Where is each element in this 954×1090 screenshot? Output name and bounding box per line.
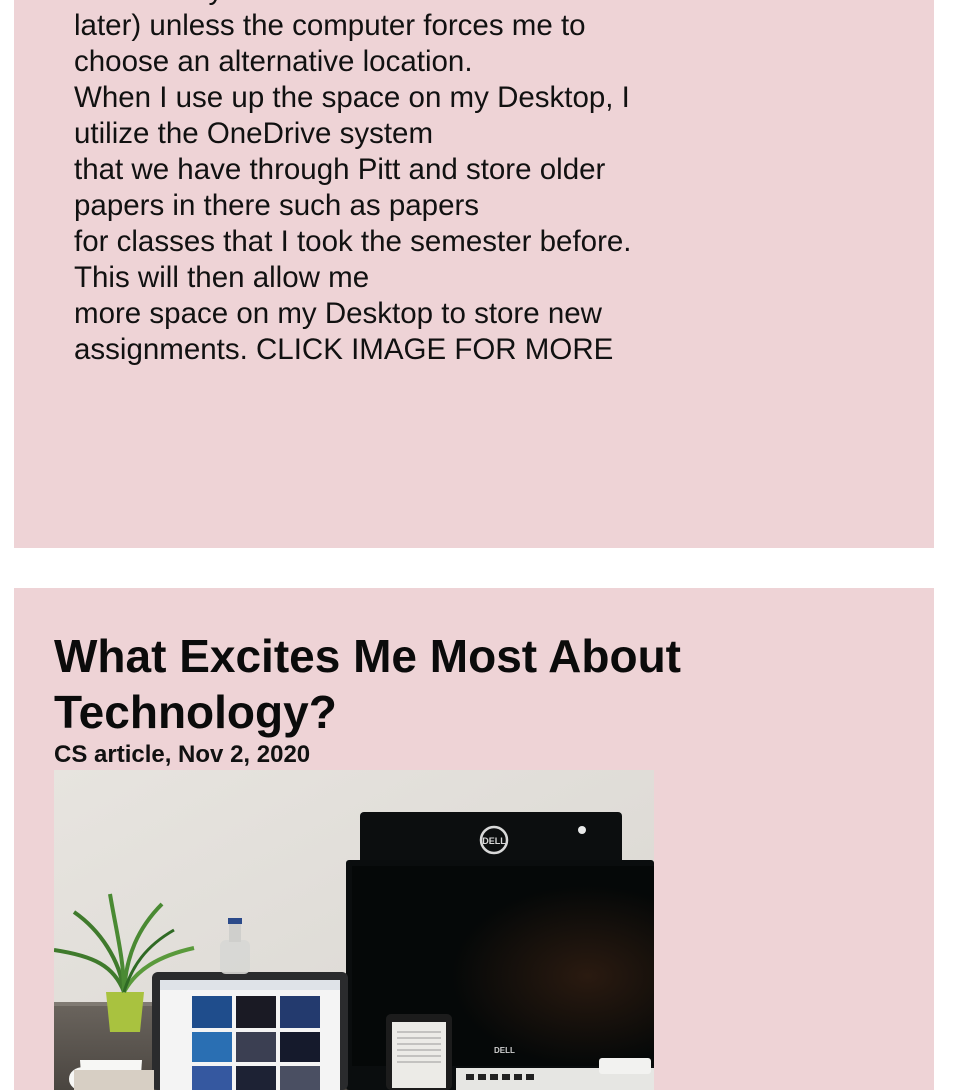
post-body-line: When I use up the space on my Desktop, I (74, 81, 630, 114)
post-body-line: assignments. CLICK IMAGE FOR MORE (74, 333, 614, 366)
post-body-line: This will then allow me (74, 261, 370, 294)
post-meta: CS article, Nov 2, 2020 (54, 741, 311, 768)
post-body-line: choose an alternative location. (74, 45, 473, 78)
post-title-line: Technology? (54, 686, 337, 738)
post-card-previous: that is easy to find later) unless the c… (14, 0, 934, 548)
post-body-line: for classes that I took the semester bef… (74, 225, 632, 258)
e-reader (386, 1014, 452, 1090)
charger (599, 1058, 651, 1074)
post-title[interactable]: What Excites Me Most About Technology? (54, 628, 774, 740)
post-body-text: that is easy to find later) unless the c… (74, 0, 714, 368)
post-body-line: utilize the OneDrive system (74, 117, 434, 150)
post-title-line: What Excites Me Most About (54, 630, 681, 682)
post-body-line: papers in there such as papers (74, 189, 480, 222)
page: that is easy to find later) unless the c… (0, 0, 954, 1090)
post-body-line: later) unless the computer forces me to (74, 9, 586, 42)
post-body-line-cut: that is easy to find (74, 0, 714, 8)
desk-photo-illustration: DELL DELL (54, 770, 654, 1090)
keyboard-brand-label: DELL (494, 1046, 515, 1055)
post-body-line: more space on my Desktop to store new (74, 297, 602, 330)
notebook (74, 1070, 154, 1090)
post-card-technology: What Excites Me Most About Technology? C… (14, 588, 934, 1090)
post-image-desk-photo[interactable]: DELL DELL (54, 770, 654, 1090)
monitor-brand-label: DELL (482, 836, 506, 846)
laptop (152, 972, 348, 1090)
post-body-line: that we have through Pitt and store olde… (74, 153, 606, 186)
